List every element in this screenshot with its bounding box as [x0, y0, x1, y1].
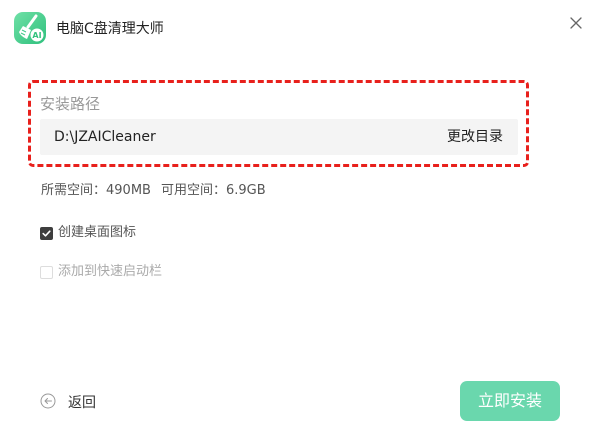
add-quick-launch-checkbox[interactable] — [40, 265, 53, 279]
create-desktop-icon-label: 创建桌面图标 — [58, 225, 137, 240]
add-quick-launch-option[interactable]: 添加到快速启动栏 — [40, 263, 162, 281]
available-space-label: 可用空间： — [160, 183, 226, 198]
back-label: 返回 — [68, 395, 96, 411]
required-space-value: 490MB — [106, 183, 151, 198]
broom-logo-icon: AI — [14, 12, 46, 44]
change-directory-button[interactable]: 更改目录 — [447, 128, 503, 146]
svg-text:AI: AI — [32, 31, 41, 40]
create-desktop-icon-option[interactable]: 创建桌面图标 — [40, 224, 136, 242]
installer-window: AI 电脑C盘清理大师 安装路径 D:\JZAICleaner 更改目录 所需空… — [0, 0, 599, 438]
app-title: 电脑C盘清理大师 — [56, 21, 164, 37]
install-path-label: 安装路径 — [40, 95, 101, 113]
install-path-field[interactable]: D:\JZAICleaner 更改目录 — [40, 119, 518, 155]
install-now-button[interactable]: 立即安装 — [460, 381, 560, 421]
install-path-value[interactable]: D:\JZAICleaner — [54, 128, 156, 146]
back-button[interactable]: 返回 — [40, 393, 96, 413]
available-space-value: 6.9GB — [225, 183, 266, 198]
close-icon[interactable] — [567, 14, 585, 32]
required-space-label: 所需空间： — [41, 183, 107, 198]
create-desktop-icon-checkbox[interactable] — [40, 226, 53, 240]
disk-space-info: 所需空间：490MB 可用空间：6.9GB — [41, 182, 266, 200]
back-arrow-icon — [40, 393, 56, 413]
add-quick-launch-label: 添加到快速启动栏 — [58, 264, 163, 279]
